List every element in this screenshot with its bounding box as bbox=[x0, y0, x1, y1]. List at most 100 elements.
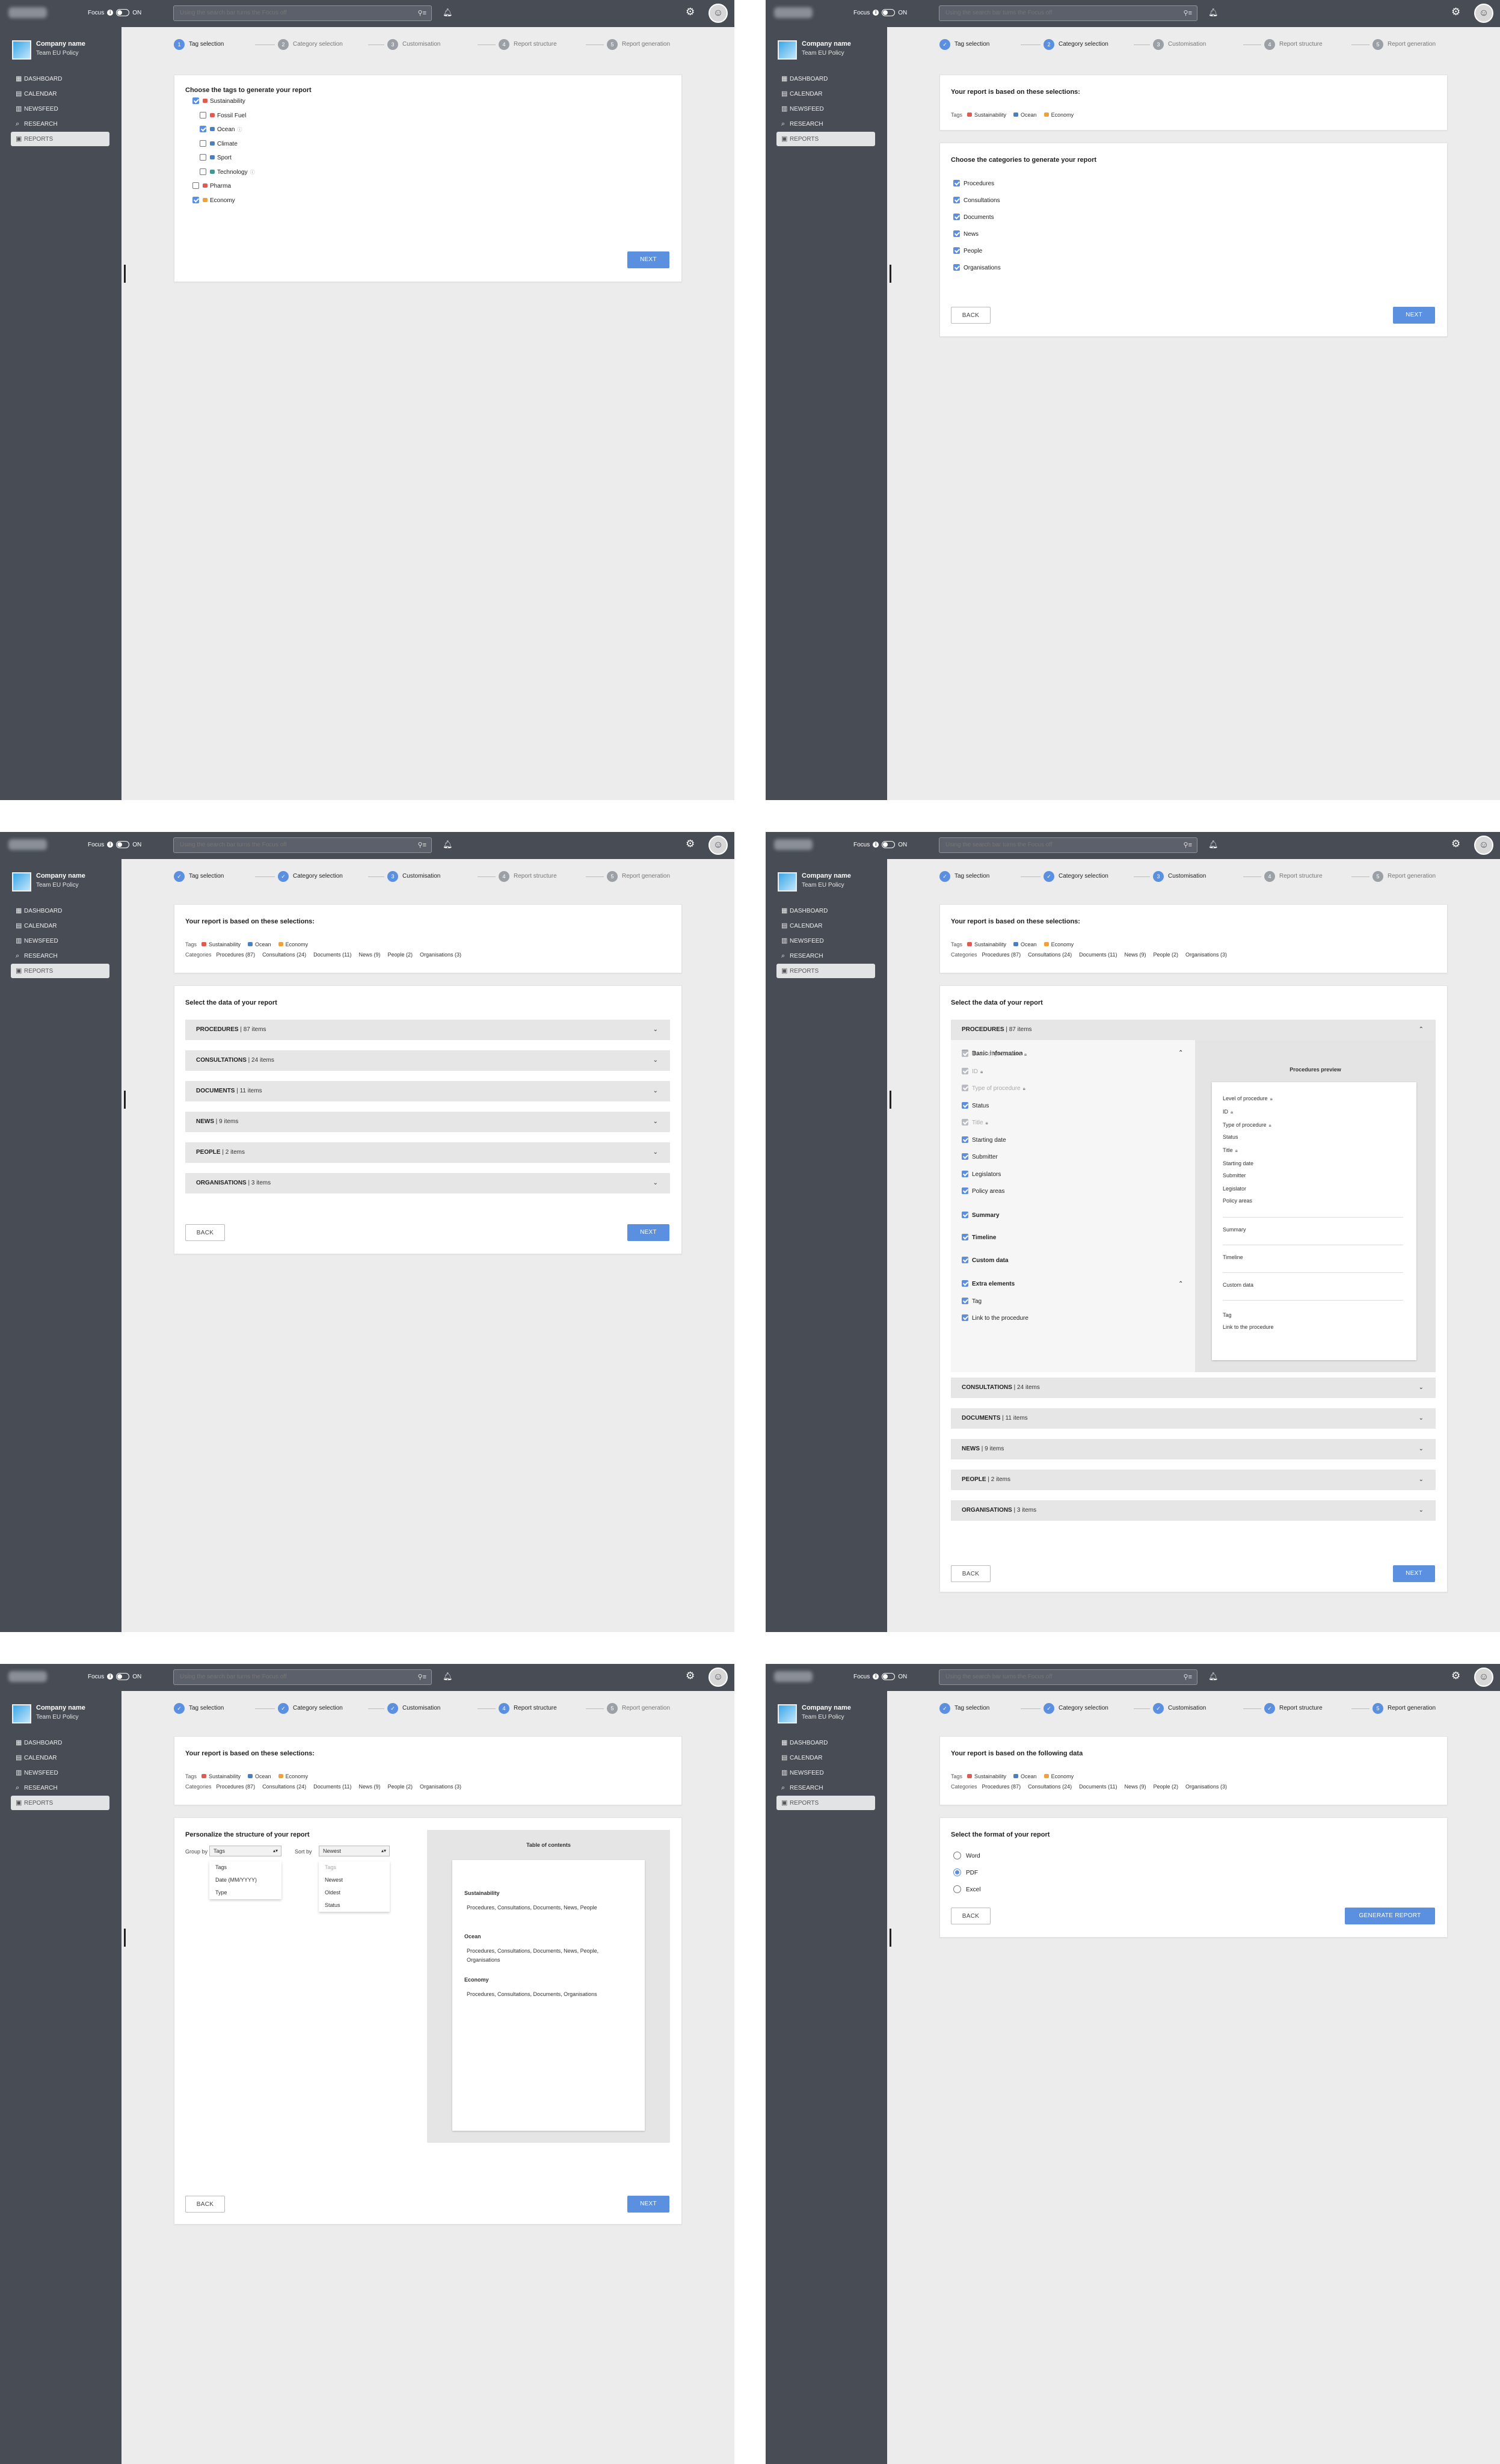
advanced-search-icon[interactable]: ⚲≡ bbox=[1184, 9, 1192, 17]
sort-option[interactable]: Status bbox=[319, 1899, 390, 1912]
group-option[interactable]: Date (MM/YYYY) bbox=[209, 1874, 281, 1886]
sidebar-item-calendar[interactable]: ▤ CALENDAR bbox=[11, 87, 109, 101]
focus-toggle[interactable] bbox=[882, 841, 896, 848]
sidebar-item-reports[interactable]: ▣ REPORTS bbox=[11, 132, 109, 146]
search-input[interactable] bbox=[945, 1674, 1162, 1680]
resize-handle[interactable] bbox=[890, 1091, 891, 1109]
sidebar-item-dashboard[interactable]: ▦ DASHBOARD bbox=[11, 904, 109, 918]
section-news[interactable]: NEWS | 9 items ⌄ bbox=[185, 1112, 670, 1132]
sidebar-item-newsfeed[interactable]: ▥ NEWSFEED bbox=[776, 1766, 875, 1780]
sidebar-item-newsfeed[interactable]: ▥ NEWSFEED bbox=[11, 102, 109, 116]
resize-handle[interactable] bbox=[124, 265, 126, 283]
search-bar[interactable]: ⚲≡ bbox=[939, 1669, 1197, 1685]
tag-checkbox[interactable]: Fossil Fuel bbox=[200, 111, 246, 120]
group-option[interactable]: Type bbox=[209, 1886, 281, 1899]
bell-icon[interactable]: 🔔︎ bbox=[443, 8, 453, 17]
sidebar-item-newsfeed[interactable]: ▥ NEWSFEED bbox=[776, 934, 875, 948]
advanced-search-icon[interactable]: ⚲≡ bbox=[1184, 841, 1192, 849]
back-button[interactable]: BACK bbox=[951, 1908, 991, 1924]
category-checkbox[interactable]: People bbox=[953, 247, 982, 256]
avatar[interactable]: ☺ bbox=[709, 1668, 728, 1687]
sidebar-item-dashboard[interactable]: ▦ DASHBOARD bbox=[11, 72, 109, 86]
extra-checkbox[interactable]: Tag bbox=[962, 1298, 982, 1306]
group-checkbox[interactable]: Extra elements bbox=[962, 1280, 1015, 1289]
group-checkbox[interactable]: Timeline bbox=[962, 1234, 996, 1242]
tag-checkbox[interactable]: Ocean ⓘ bbox=[200, 126, 242, 134]
section-documents[interactable]: DOCUMENTS | 11 items ⌄ bbox=[951, 1408, 1436, 1429]
sidebar-item-reports[interactable]: ▣ REPORTS bbox=[776, 964, 875, 978]
sidebar-item-dashboard[interactable]: ▦ DASHBOARD bbox=[776, 1736, 875, 1750]
avatar[interactable]: ☺ bbox=[1474, 1668, 1493, 1687]
info-icon[interactable]: i bbox=[873, 1674, 879, 1680]
section-people[interactable]: PEOPLE | 2 items ⌄ bbox=[185, 1142, 670, 1163]
info-icon[interactable]: i bbox=[107, 10, 114, 16]
search-bar[interactable]: ⚲≡ bbox=[939, 837, 1197, 853]
back-button[interactable]: BACK bbox=[951, 1565, 991, 1582]
search-input[interactable] bbox=[945, 10, 1162, 16]
back-button[interactable]: BACK bbox=[951, 307, 991, 324]
format-excel-radio[interactable]: Excel bbox=[953, 1885, 980, 1894]
sidebar-item-research[interactable]: ⌕ RESEARCH bbox=[776, 1781, 875, 1795]
sidebar-item-calendar[interactable]: ▤ CALENDAR bbox=[11, 919, 109, 933]
next-button[interactable]: NEXT bbox=[627, 2196, 669, 2213]
category-checkbox[interactable]: Consultations bbox=[953, 197, 1000, 205]
sidebar-item-dashboard[interactable]: ▦ DASHBOARD bbox=[776, 904, 875, 918]
bell-icon[interactable]: 🔔︎ bbox=[1208, 840, 1219, 849]
sidebar-item-research[interactable]: ⌕ RESEARCH bbox=[11, 949, 109, 963]
tag-checkbox[interactable]: Technology ⓘ bbox=[200, 168, 255, 177]
field-checkbox[interactable]: Starting date bbox=[962, 1136, 1006, 1145]
section-consultations[interactable]: CONSULTATIONS | 24 items ⌄ bbox=[951, 1378, 1436, 1398]
field-checkbox[interactable]: Legislators bbox=[962, 1170, 1001, 1179]
resize-handle[interactable] bbox=[890, 265, 891, 283]
focus-toggle[interactable] bbox=[116, 1673, 130, 1680]
section-news[interactable]: NEWS | 9 items ⌄ bbox=[951, 1439, 1436, 1459]
resize-handle[interactable] bbox=[890, 1929, 891, 1947]
field-checkbox[interactable]: Policy areas bbox=[962, 1187, 1004, 1196]
resize-handle[interactable] bbox=[124, 1929, 126, 1947]
tag-checkbox[interactable]: Sport bbox=[200, 154, 232, 162]
tag-checkbox[interactable]: Economy bbox=[192, 196, 235, 205]
avatar[interactable]: ☺ bbox=[1474, 836, 1493, 855]
sidebar-item-newsfeed[interactable]: ▥ NEWSFEED bbox=[776, 102, 875, 116]
bell-icon[interactable]: 🔔︎ bbox=[1208, 1672, 1219, 1681]
search-bar[interactable]: ⚲≡ bbox=[939, 5, 1197, 21]
sidebar-item-calendar[interactable]: ▤ CALENDAR bbox=[776, 1751, 875, 1765]
section-documents[interactable]: DOCUMENTS | 11 items ⌄ bbox=[185, 1081, 670, 1101]
sort-option[interactable]: Tags bbox=[319, 1861, 390, 1874]
sidebar-item-newsfeed[interactable]: ▥ NEWSFEED bbox=[11, 1766, 109, 1780]
gear-icon[interactable]: ⚙ bbox=[686, 6, 695, 18]
gear-icon[interactable]: ⚙ bbox=[686, 838, 695, 850]
next-button[interactable]: NEXT bbox=[627, 1224, 669, 1241]
extra-checkbox[interactable]: Link to the procedure bbox=[962, 1314, 1028, 1323]
back-button[interactable]: BACK bbox=[185, 2196, 225, 2213]
sidebar-item-research[interactable]: ⌕ RESEARCH bbox=[11, 1781, 109, 1795]
info-icon[interactable]: i bbox=[873, 842, 879, 848]
sort-option[interactable]: Newest bbox=[319, 1874, 390, 1886]
section-organisations[interactable]: ORGANISATIONS | 3 items ⌄ bbox=[951, 1500, 1436, 1521]
sidebar-item-dashboard[interactable]: ▦ DASHBOARD bbox=[11, 1736, 109, 1750]
next-button[interactable]: NEXT bbox=[627, 251, 669, 268]
sidebar-item-reports[interactable]: ▣ REPORTS bbox=[776, 1796, 875, 1810]
search-bar[interactable]: ⚲≡ bbox=[173, 5, 432, 21]
section-procedures[interactable]: PROCEDURES | 87 items ⌃ bbox=[951, 1020, 1436, 1040]
sort-option[interactable]: Oldest bbox=[319, 1886, 390, 1899]
advanced-search-icon[interactable]: ⚲≡ bbox=[1184, 1673, 1192, 1681]
search-input[interactable] bbox=[180, 842, 396, 848]
resize-handle[interactable] bbox=[124, 1091, 126, 1109]
focus-toggle[interactable] bbox=[116, 9, 130, 16]
sidebar-item-newsfeed[interactable]: ▥ NEWSFEED bbox=[11, 934, 109, 948]
info-icon[interactable]: i bbox=[107, 842, 114, 848]
info-icon[interactable]: i bbox=[873, 10, 879, 16]
sidebar-item-reports[interactable]: ▣ REPORTS bbox=[776, 132, 875, 146]
section-organisations[interactable]: ORGANISATIONS | 3 items ⌄ bbox=[185, 1173, 670, 1194]
group-option[interactable]: Tags bbox=[209, 1861, 281, 1874]
generate-report-button[interactable]: GENERATE REPORT bbox=[1345, 1908, 1435, 1924]
sidebar-item-reports[interactable]: ▣ REPORTS bbox=[11, 1796, 109, 1810]
sort-by-select[interactable]: Newest ▴▾ bbox=[319, 1846, 390, 1856]
focus-toggle[interactable] bbox=[882, 9, 896, 16]
search-bar[interactable]: ⚲≡ bbox=[173, 837, 432, 853]
sidebar-item-calendar[interactable]: ▤ CALENDAR bbox=[776, 87, 875, 101]
chevron-up-icon[interactable]: ⌃ bbox=[1178, 1050, 1183, 1056]
bell-icon[interactable]: 🔔︎ bbox=[1208, 8, 1219, 17]
gear-icon[interactable]: ⚙ bbox=[1451, 1670, 1460, 1682]
